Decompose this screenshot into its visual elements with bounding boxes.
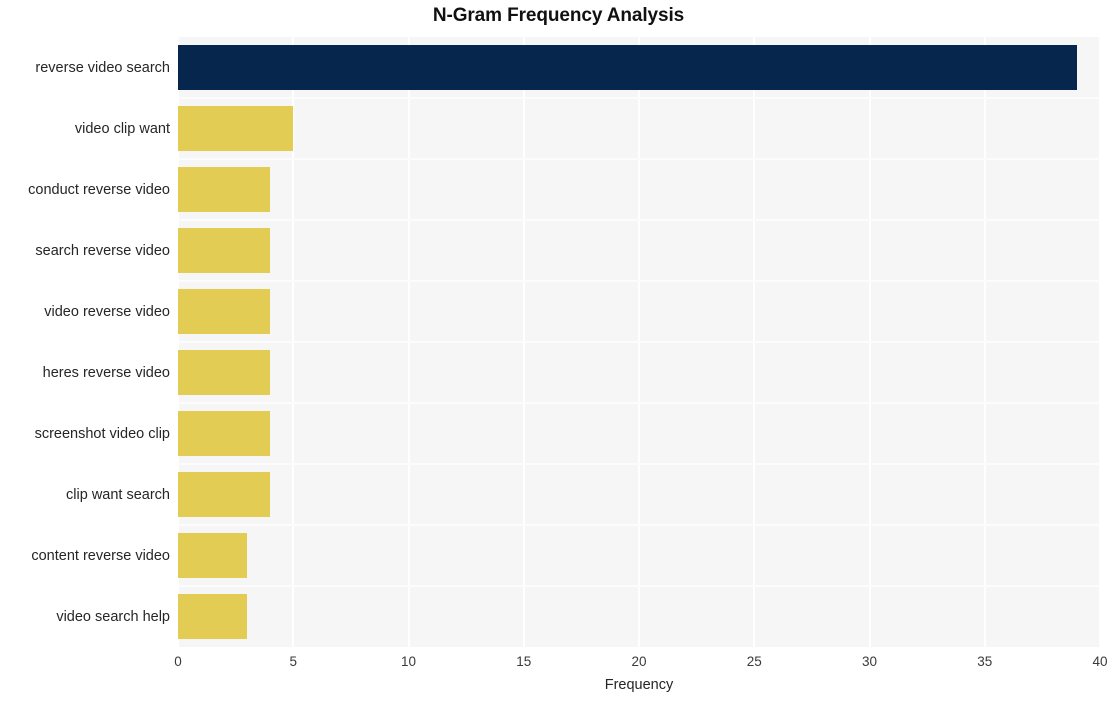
bar[interactable] (178, 410, 271, 457)
x-tick-label: 5 (289, 654, 298, 669)
bar[interactable] (178, 349, 271, 396)
y-tick-label: reverse video search (35, 59, 170, 76)
y-tick-label: content reverse video (31, 547, 170, 564)
y-tick-label: video search help (56, 608, 170, 625)
x-tick-label: 35 (977, 654, 993, 669)
x-tick-label: 30 (861, 654, 878, 669)
bar[interactable] (178, 44, 1077, 91)
x-axis: Frequency 0 5 10 15 20 25 30 35 40 (0, 647, 1117, 701)
x-tick-label: 15 (516, 654, 532, 669)
bar[interactable] (178, 532, 248, 579)
bar[interactable] (178, 227, 271, 274)
y-tick-label: heres reverse video (42, 364, 170, 381)
x-tick-label: 40 (1092, 654, 1108, 669)
bar[interactable] (178, 288, 271, 335)
chart-figure: N-Gram Frequency Analysis reverse video … (0, 0, 1117, 701)
y-tick-label: screenshot video clip (34, 425, 170, 442)
bar[interactable] (178, 105, 294, 152)
x-tick-label: 0 (174, 654, 182, 669)
x-tick-label: 20 (631, 654, 647, 669)
x-axis-title: Frequency (604, 677, 674, 693)
plot-area (177, 37, 1101, 647)
bar[interactable] (178, 593, 248, 640)
y-tick-label: search reverse video (35, 242, 170, 259)
chart-title: N-Gram Frequency Analysis (432, 5, 685, 26)
bar[interactable] (178, 471, 271, 518)
x-tick-label: 25 (746, 654, 762, 669)
bar[interactable] (178, 166, 271, 213)
y-tick-label: video reverse video (44, 303, 170, 320)
y-tick-label: clip want search (66, 486, 170, 503)
x-tick-label: 10 (400, 654, 417, 669)
y-axis-labels: reverse video search video clip want condu… (0, 37, 170, 647)
y-tick-label: video clip want (74, 120, 170, 137)
y-tick-label: conduct reverse video (28, 181, 170, 198)
bars-layer (178, 37, 1100, 647)
